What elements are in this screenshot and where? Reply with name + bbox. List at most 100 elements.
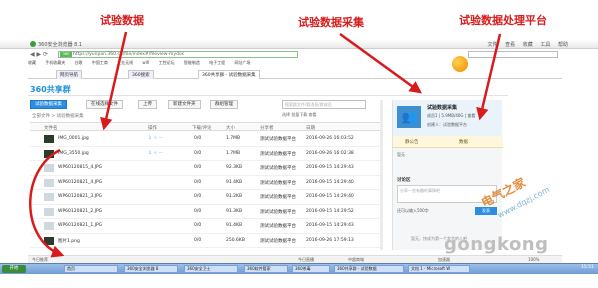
table-row[interactable]: WP60120821_2.JPG 0/0 91.3KB 测试试验数据平台 201…	[30, 205, 380, 219]
group-panel: 👥 试验数据采集 成员1 | 5.9MB/40G | 查看 创建人：试验数据平台…	[392, 100, 503, 250]
bookmark-item[interactable]: 收藏	[28, 60, 36, 65]
taskbar-item[interactable]: 360安全卫士	[184, 265, 238, 273]
bookmark-item[interactable]: 谷歌	[75, 60, 83, 65]
file-owner: 测试试验数据平台	[260, 209, 296, 215]
file-size: 91.3KB	[226, 208, 243, 214]
table-row[interactable]: WP60120815_4.JPG 0/0 92.3KB 测试试验数据平台 201…	[30, 161, 380, 176]
file-owner: 测试试验数据平台	[260, 224, 296, 229]
taskbar-item[interactable]: 360共享群 - 试验数据	[334, 265, 404, 273]
tab-search[interactable]: 360搜索	[128, 70, 154, 79]
bookmark-item[interactable]: 网址广场	[234, 60, 250, 65]
file-thumbnail	[44, 193, 54, 201]
brand-logo[interactable]: 360共享群	[30, 84, 71, 95]
file-owner: 测试试验数据平台	[260, 137, 296, 142]
file-name[interactable]: WP60120821_1.JPG	[58, 223, 102, 228]
bookmark-item[interactable]: 工业无线	[117, 60, 133, 65]
table-row[interactable]: IMG_0001.jpg ⇩ ☆ ⋯ 0/0 1.7MB 测试试验数据平台 20…	[30, 132, 380, 147]
row-actions-icon[interactable]: ⇩ ☆ ⋯	[148, 151, 163, 156]
bookmark-item[interactable]: 工控论坛	[159, 60, 175, 65]
discussion-title: 讨论区	[397, 178, 411, 183]
view-options[interactable]: 选择 批量下载 查看	[282, 112, 317, 118]
tab-share[interactable]: 360共享群 - 试验数据采集	[198, 70, 260, 79]
menu-view[interactable]: 查看	[505, 42, 515, 48]
file-thumbnail	[44, 178, 54, 187]
group-search-input[interactable]: 搜索群文件/群消息/群成员	[282, 100, 366, 109]
file-dl: 0/0	[194, 150, 202, 156]
file-name[interactable]: WP60120821_4.JPG	[58, 180, 102, 185]
bookmark-item[interactable]: wifi	[142, 60, 149, 65]
file-dl: 0/0	[194, 208, 202, 214]
menu-file[interactable]: 文件	[488, 42, 498, 48]
file-date: 2016-09-15 14:29:52	[306, 208, 354, 214]
file-name[interactable]: WP60120815_4.JPG	[58, 165, 102, 170]
file-dl: 0/0	[194, 237, 202, 243]
new-folder-button[interactable]: 新建文件夹	[168, 100, 201, 109]
group-meta[interactable]: 成员1 | 5.9MB/40G | 查看	[427, 113, 475, 119]
tab-nav[interactable]: 网页导航	[56, 70, 82, 79]
bookmark-item[interactable]: 中国工商	[92, 60, 108, 65]
table-row[interactable]: 图片1.png 0/0 250.6KB 测试试验数据平台 2016-09-26 …	[30, 234, 380, 248]
menu-tools[interactable]: 工具	[540, 42, 550, 48]
file-size: 91.4KB	[226, 179, 243, 185]
file-name[interactable]: WP60120821_3.JPG	[58, 194, 102, 199]
url-input[interactable]: 360 https://yunpan.360.cn/file/index#/fi…	[58, 51, 298, 58]
select-file-button[interactable]: 在线选择文件	[86, 100, 123, 109]
file-size: 91.4KB	[226, 223, 243, 228]
browser-menu[interactable]: 文件 查看 收藏 工具 帮助	[482, 41, 568, 48]
bookmark-item[interactable]: 手机收藏夹	[45, 60, 65, 65]
file-list-scrollbar[interactable]	[380, 100, 383, 250]
address-bar: ◀ ▶ ⟳ 360 https://yunpan.360.cn/file/ind…	[28, 50, 562, 59]
file-size: 91.2KB	[226, 194, 243, 199]
breadcrumb[interactable]: 全部文件 > 试验数据采集	[32, 113, 84, 119]
taskbar-item[interactable]: 360软件管家	[244, 265, 288, 273]
row-actions-icon[interactable]: ⇩ ☆ ⋯	[148, 136, 163, 141]
nav-arrows-icon[interactable]: ◀ ▶ ⟳	[30, 51, 48, 58]
annotation-platform: 试验数据处理平台	[459, 14, 547, 27]
menu-fav[interactable]: 收藏	[523, 42, 533, 48]
upload-button[interactable]: 试验数据采集	[30, 100, 67, 109]
col-name[interactable]: 文件名	[44, 125, 58, 131]
file-name[interactable]: IMG_3550.jpg	[58, 151, 89, 156]
upload-dropdown-button[interactable]: 上传	[138, 100, 157, 109]
taskbar-item[interactable]: 360杀毒	[292, 265, 330, 273]
group-header: 👥 试验数据采集 成员1 | 5.9MB/40G | 查看 创建人：试验数据平台	[393, 100, 502, 136]
bookmarks-bar: 收藏 手机收藏夹 谷歌 中国工商 工业无线 wifi 工控论坛 智能制造 电子工…	[28, 60, 562, 67]
annotation-data: 试验数据	[100, 14, 144, 27]
bookmark-item[interactable]: 智能制造	[184, 60, 200, 65]
start-button[interactable]: 开始	[2, 265, 26, 273]
app-header: 360共享群	[28, 82, 508, 96]
file-date: 2016-09-15 14:29:40	[306, 179, 354, 185]
notice-button[interactable]: 静公告	[405, 139, 419, 145]
url-text: https://yunpan.360.cn/file/index#/filevi…	[73, 52, 185, 57]
group-manage-button[interactable]: 群组管理	[210, 100, 238, 109]
table-row[interactable]: WP60120821_1.JPG 0/0 91.4KB 测试试验数据平台 201…	[30, 219, 380, 234]
table-header: 文件名 操作 下载/评论 大小 分享者 日期	[30, 122, 380, 131]
table-row[interactable]: WP60120821_4.JPG 0/0 91.4KB 测试试验数据平台 201…	[30, 176, 380, 190]
group-avatar-icon[interactable]: 👥	[397, 106, 421, 128]
taskbar-clock: 15:51	[581, 265, 594, 270]
taskbar-item[interactable]: 首页	[64, 265, 118, 273]
char-counter: 还可以输入500字	[397, 208, 429, 213]
file-dl: 0/0	[194, 179, 202, 185]
file-name[interactable]: IMG_0001.jpg	[58, 136, 89, 141]
watermark-gongkong: gongkong	[444, 234, 549, 255]
browser-search-input[interactable]	[468, 51, 558, 58]
menu-help[interactable]: 帮助	[558, 42, 568, 48]
group-name: 试验数据采集	[427, 105, 458, 111]
bookmark-item[interactable]: 电子工程	[209, 60, 225, 65]
zoom-level[interactable]: 100%	[528, 257, 539, 262]
data-button[interactable]: 数据	[459, 139, 468, 145]
file-size: 1.7MB	[226, 150, 241, 156]
table-row[interactable]: IMG_3550.jpg ⇩ ☆ ⋯ 0/0 1.7MB 测试试验数据平台 20…	[30, 147, 380, 161]
file-thumbnail	[44, 164, 54, 172]
col-dl: 下载/评论	[192, 125, 212, 131]
file-name[interactable]: WP60120821_2.JPG	[58, 209, 102, 214]
taskbar-item[interactable]: 360安全浏览器 8	[124, 265, 178, 273]
file-thumbnail	[44, 236, 54, 245]
file-name[interactable]: 图片1.png	[58, 238, 80, 244]
taskbar-item[interactable]: 文档 1 - Microsoft W	[408, 265, 470, 273]
table-row[interactable]: WP60120821_3.JPG 0/0 91.2KB 测试试验数据平台 201…	[30, 190, 380, 205]
col-date[interactable]: 日期	[306, 125, 315, 131]
col-size[interactable]: 大小	[226, 125, 235, 131]
file-date: 2016-09-26 16:02:38	[306, 150, 354, 156]
